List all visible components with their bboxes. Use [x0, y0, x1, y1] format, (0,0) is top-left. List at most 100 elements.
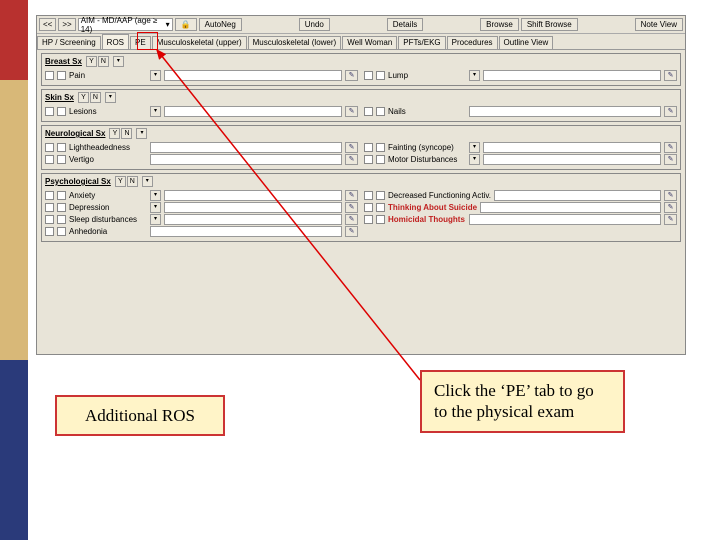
checkbox[interactable] — [45, 143, 54, 152]
checkbox[interactable] — [364, 107, 373, 116]
text-field[interactable] — [480, 202, 661, 213]
text-field[interactable] — [483, 142, 661, 153]
edit-icon[interactable]: ✎ — [664, 202, 677, 213]
n-button[interactable]: N — [127, 176, 138, 187]
edit-icon[interactable]: ✎ — [345, 226, 358, 237]
text-field[interactable] — [150, 142, 342, 153]
chevron-down-icon[interactable]: ▾ — [105, 92, 116, 103]
edit-icon[interactable]: ✎ — [345, 70, 358, 81]
n-button[interactable]: N — [121, 128, 132, 139]
tab-procedures[interactable]: Procedures — [447, 36, 498, 49]
text-field[interactable] — [150, 154, 342, 165]
tab-outline-view[interactable]: Outline View — [499, 36, 554, 49]
autoneg-button[interactable]: AutoNeg — [199, 18, 242, 31]
tab-pfts-ekg[interactable]: PFTs/EKG — [398, 36, 445, 49]
lock-button[interactable]: 🔒 — [175, 18, 197, 31]
checkbox[interactable] — [364, 71, 373, 80]
edit-icon[interactable]: ✎ — [664, 154, 677, 165]
checkbox[interactable] — [57, 143, 66, 152]
chevron-down-icon[interactable]: ▾ — [136, 128, 147, 139]
checkbox[interactable] — [57, 191, 66, 200]
shift-browse-button[interactable]: Shift Browse — [521, 18, 578, 31]
checkbox[interactable] — [376, 143, 385, 152]
chevron-down-icon[interactable]: ▾ — [469, 154, 480, 165]
chevron-down-icon[interactable]: ▾ — [150, 70, 161, 81]
chevron-down-icon[interactable]: ▾ — [469, 70, 480, 81]
edit-icon[interactable]: ✎ — [664, 214, 677, 225]
checkbox[interactable] — [376, 203, 385, 212]
text-field[interactable] — [164, 106, 342, 117]
y-button[interactable]: Y — [78, 92, 89, 103]
chevron-down-icon[interactable]: ▾ — [113, 56, 124, 67]
tab-hp-screening[interactable]: HP / Screening — [37, 36, 101, 49]
browse-button[interactable]: Browse — [480, 18, 519, 31]
y-button[interactable]: Y — [115, 176, 126, 187]
edit-icon[interactable]: ✎ — [345, 214, 358, 225]
details-button[interactable]: Details — [387, 18, 423, 31]
checkbox[interactable] — [45, 107, 54, 116]
checkbox[interactable] — [57, 215, 66, 224]
checkbox[interactable] — [45, 71, 54, 80]
checkbox[interactable] — [376, 71, 385, 80]
edit-icon[interactable]: ✎ — [664, 190, 677, 201]
text-field[interactable] — [150, 226, 342, 237]
chevron-down-icon[interactable]: ▾ — [469, 142, 480, 153]
chevron-down-icon[interactable]: ▾ — [150, 202, 161, 213]
slide-sidebar — [0, 0, 28, 540]
checkbox[interactable] — [45, 155, 54, 164]
text-field[interactable] — [494, 190, 661, 201]
chevron-down-icon[interactable]: ▾ — [142, 176, 153, 187]
edit-icon[interactable]: ✎ — [664, 106, 677, 117]
text-field[interactable] — [164, 202, 342, 213]
edit-icon[interactable]: ✎ — [345, 190, 358, 201]
checkbox[interactable] — [364, 215, 373, 224]
tab-msk-lower[interactable]: Musculoskeletal (lower) — [248, 36, 342, 49]
text-field[interactable] — [164, 214, 342, 225]
checkbox[interactable] — [376, 215, 385, 224]
checkbox[interactable] — [45, 191, 54, 200]
y-button[interactable]: Y — [109, 128, 120, 139]
edit-icon[interactable]: ✎ — [345, 154, 358, 165]
checkbox[interactable] — [57, 71, 66, 80]
checkbox[interactable] — [376, 107, 385, 116]
n-button[interactable]: N — [90, 92, 101, 103]
checkbox[interactable] — [376, 155, 385, 164]
tab-ros[interactable]: ROS — [102, 34, 129, 49]
checkbox[interactable] — [376, 191, 385, 200]
edit-icon[interactable]: ✎ — [664, 70, 677, 81]
checkbox[interactable] — [364, 143, 373, 152]
edit-icon[interactable]: ✎ — [345, 106, 358, 117]
undo-button[interactable]: Undo — [299, 18, 330, 31]
checkbox[interactable] — [364, 191, 373, 200]
y-button[interactable]: Y — [86, 56, 97, 67]
checkbox[interactable] — [57, 203, 66, 212]
tab-pe[interactable]: PE — [130, 36, 151, 49]
checkbox[interactable] — [364, 203, 373, 212]
text-field[interactable] — [483, 70, 661, 81]
chevron-down-icon[interactable]: ▾ — [150, 190, 161, 201]
checkbox[interactable] — [57, 107, 66, 116]
checkbox[interactable] — [45, 203, 54, 212]
edit-icon[interactable]: ✎ — [664, 142, 677, 153]
edit-icon[interactable]: ✎ — [345, 142, 358, 153]
checkbox[interactable] — [57, 227, 66, 236]
text-field[interactable] — [164, 70, 342, 81]
tab-msk-upper[interactable]: Musculoskeletal (upper) — [152, 36, 247, 49]
chevron-down-icon[interactable]: ▾ — [150, 106, 161, 117]
note-view-button[interactable]: Note View — [635, 18, 683, 31]
edit-icon[interactable]: ✎ — [345, 202, 358, 213]
n-button[interactable]: N — [98, 56, 109, 67]
checkbox[interactable] — [57, 155, 66, 164]
checkbox[interactable] — [45, 227, 54, 236]
text-field[interactable] — [469, 106, 661, 117]
prev-button[interactable]: << — [39, 18, 56, 31]
text-field[interactable] — [469, 214, 661, 225]
tab-well-woman[interactable]: Well Woman — [342, 36, 397, 49]
template-dropdown[interactable]: AIM - MD/AAP (age ≥ 14) ▾ — [78, 18, 173, 31]
text-field[interactable] — [164, 190, 342, 201]
checkbox[interactable] — [45, 215, 54, 224]
text-field[interactable] — [483, 154, 661, 165]
next-button[interactable]: >> — [58, 18, 75, 31]
chevron-down-icon[interactable]: ▾ — [150, 214, 161, 225]
checkbox[interactable] — [364, 155, 373, 164]
